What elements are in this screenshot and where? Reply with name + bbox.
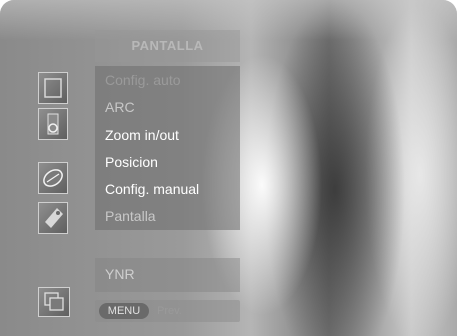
osd-menu-list: Config. auto ARC Zoom in/out Posicion Co…	[95, 66, 240, 230]
footer-hint: Prev.	[157, 305, 182, 317]
screen-icon[interactable]	[38, 287, 70, 317]
osd-title: PANTALLA	[131, 38, 204, 53]
time-icon[interactable]	[38, 162, 68, 194]
audio-icon[interactable]	[38, 108, 68, 140]
picture-icon[interactable]	[38, 72, 68, 104]
menu-item-arc[interactable]: ARC	[105, 99, 135, 115]
menu-item-pantalla[interactable]: Pantalla	[105, 208, 156, 224]
menu-item-config-auto[interactable]: Config. auto	[105, 72, 181, 88]
menu-item-config-manual[interactable]: Config. manual	[105, 181, 199, 197]
menu-key-badge[interactable]: MENU	[99, 303, 149, 319]
tv-screen: PANTALLA Config. auto ARC Zoom in/out Po…	[0, 0, 457, 336]
osd-title-bar: PANTALLA	[95, 30, 240, 62]
menu-item-zoom[interactable]: Zoom in/out	[105, 127, 179, 143]
ynr-row[interactable]: YNR	[95, 258, 240, 292]
osd-footer: MENU Prev.	[95, 300, 240, 322]
menu-item-posicion[interactable]: Posicion	[105, 154, 158, 170]
setup-tag-icon[interactable]	[38, 202, 68, 234]
ynr-label: YNR	[105, 266, 135, 282]
